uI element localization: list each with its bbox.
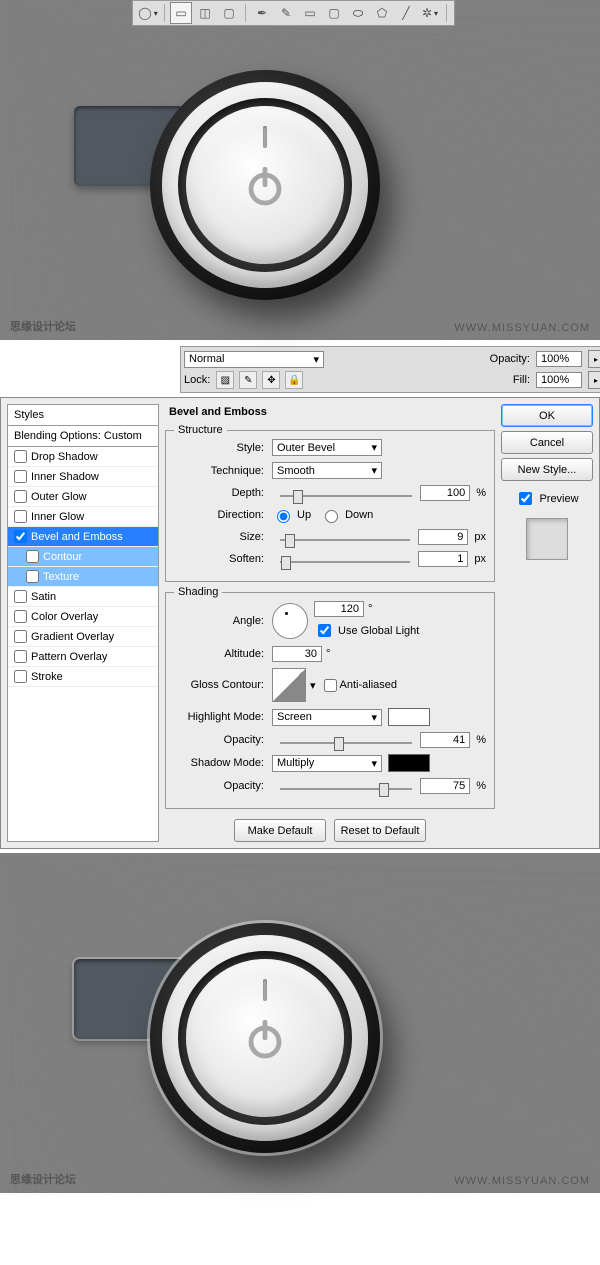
anti-aliased-checkbox[interactable] xyxy=(324,679,337,692)
global-light-checkbox[interactable] xyxy=(318,624,331,637)
shadow-mode-select[interactable]: Multiply▾ xyxy=(272,755,382,772)
highlight-color-swatch[interactable] xyxy=(388,708,430,726)
lock-transparency-icon[interactable]: ▨ xyxy=(216,371,234,389)
effect-pattern-overlay[interactable]: Pattern Overlay xyxy=(8,647,158,667)
gradient-overlay-checkbox[interactable] xyxy=(14,630,27,643)
effect-stroke[interactable]: Stroke xyxy=(8,667,158,687)
custom-shape-icon[interactable]: ✲▾ xyxy=(419,2,441,24)
lock-position-icon[interactable]: ✥ xyxy=(262,371,280,389)
opacity-label: Opacity: xyxy=(490,353,530,365)
effect-satin[interactable]: Satin xyxy=(8,587,158,607)
reset-default-button[interactable]: Reset to Default xyxy=(334,819,426,842)
style-select[interactable]: Outer Bevel▾ xyxy=(272,439,382,456)
shadow-opacity-slider[interactable] xyxy=(280,778,412,794)
shape-layers-icon[interactable]: ▭ xyxy=(170,2,192,24)
lock-label: Lock: xyxy=(184,374,210,386)
effect-inner-glow[interactable]: Inner Glow xyxy=(8,507,158,527)
size-input[interactable]: 9 xyxy=(418,529,468,545)
power-knob xyxy=(150,70,380,300)
effect-contour[interactable]: Contour xyxy=(8,547,158,567)
ellipse-tool-icon[interactable]: ◯▾ xyxy=(137,2,159,24)
power-icon xyxy=(241,1014,289,1062)
ok-button[interactable]: OK xyxy=(501,404,593,427)
line-icon[interactable]: ╱ xyxy=(395,2,417,24)
lock-image-icon[interactable]: ✎ xyxy=(239,371,257,389)
depth-slider[interactable] xyxy=(280,485,412,501)
panel-title: Bevel and Emboss xyxy=(165,404,495,420)
new-style-button[interactable]: New Style... xyxy=(501,458,593,481)
gloss-contour-picker[interactable] xyxy=(272,668,306,702)
bevel-emboss-checkbox[interactable] xyxy=(14,530,27,543)
fill-pixels-icon[interactable]: ▢ xyxy=(218,2,240,24)
effect-texture[interactable]: Texture xyxy=(8,567,158,587)
size-slider[interactable] xyxy=(280,529,410,545)
watermark-left: 思缘设计论坛 xyxy=(10,318,76,334)
highlight-mode-select[interactable]: Screen▾ xyxy=(272,709,382,726)
angle-dial[interactable] xyxy=(272,603,308,639)
shadow-opacity-input[interactable]: 75 xyxy=(420,778,470,794)
preview-checkbox[interactable] xyxy=(519,492,532,505)
highlight-opacity-input[interactable]: 41 xyxy=(420,732,470,748)
pen-icon[interactable]: ✒ xyxy=(251,2,273,24)
technique-select[interactable]: Smooth▾ xyxy=(272,462,382,479)
layers-panel: Normal▾ Opacity: 100% ▸ Lock: ▨ ✎ ✥ 🔒 Fi… xyxy=(180,346,600,393)
fill-input[interactable]: 100% xyxy=(536,372,582,388)
angle-input[interactable]: 120 xyxy=(314,601,364,617)
satin-checkbox[interactable] xyxy=(14,590,27,603)
polygon-icon[interactable]: ⬠ xyxy=(371,2,393,24)
layer-style-dialog: Styles Blending Options: Custom Drop Sha… xyxy=(0,397,600,849)
blending-options-header[interactable]: Blending Options: Custom xyxy=(8,426,158,447)
direction-up-radio[interactable] xyxy=(277,510,290,523)
stroke-checkbox[interactable] xyxy=(14,670,27,683)
soften-slider[interactable] xyxy=(280,551,410,567)
preview-after: 思缘设计论坛 WWW.MISSYUAN.COM xyxy=(0,853,600,1193)
pattern-overlay-checkbox[interactable] xyxy=(14,650,27,663)
effect-inner-shadow[interactable]: Inner Shadow xyxy=(8,467,158,487)
drop-shadow-checkbox[interactable] xyxy=(14,450,27,463)
contour-checkbox[interactable] xyxy=(26,550,39,563)
inner-shadow-checkbox[interactable] xyxy=(14,470,27,483)
watermark-right: WWW.MISSYUAN.COM xyxy=(454,1175,590,1187)
lock-all-icon[interactable]: 🔒 xyxy=(285,371,303,389)
power-icon xyxy=(241,161,289,209)
cancel-button[interactable]: Cancel xyxy=(501,431,593,454)
fill-label: Fill: xyxy=(513,374,530,386)
outer-glow-checkbox[interactable] xyxy=(14,490,27,503)
effect-bevel-emboss[interactable]: Bevel and Emboss xyxy=(8,527,158,547)
shading-group: Shading Angle:120°Use Global Light Altit… xyxy=(165,592,495,809)
effects-list: Styles Blending Options: Custom Drop Sha… xyxy=(7,404,159,842)
altitude-input[interactable]: 30 xyxy=(272,646,322,662)
blend-mode-select[interactable]: Normal▾ xyxy=(184,351,324,368)
color-overlay-checkbox[interactable] xyxy=(14,610,27,623)
fill-flyout-icon[interactable]: ▸ xyxy=(588,371,600,389)
texture-checkbox[interactable] xyxy=(26,570,39,583)
direction-down-radio[interactable] xyxy=(325,510,338,523)
shape-toolbar: ◯▾ ▭ ◫ ▢ ✒ ✎ ▭ ▢ ⬭ ⬠ ╱ ✲▾ xyxy=(132,0,455,26)
effect-gradient-overlay[interactable]: Gradient Overlay xyxy=(8,627,158,647)
rounded-rect-icon[interactable]: ▢ xyxy=(323,2,345,24)
opacity-flyout-icon[interactable]: ▸ xyxy=(588,350,600,368)
freeform-pen-icon[interactable]: ✎ xyxy=(275,2,297,24)
styles-header[interactable]: Styles xyxy=(8,405,158,426)
effect-color-overlay[interactable]: Color Overlay xyxy=(8,607,158,627)
rectangle-icon[interactable]: ▭ xyxy=(299,2,321,24)
watermark-left: 思缘设计论坛 xyxy=(10,1171,76,1187)
depth-input[interactable]: 100 xyxy=(420,485,470,501)
effect-outer-glow[interactable]: Outer Glow xyxy=(8,487,158,507)
paths-icon[interactable]: ◫ xyxy=(194,2,216,24)
opacity-input[interactable]: 100% xyxy=(536,351,582,367)
structure-group: Structure Style:Outer Bevel▾ Technique:S… xyxy=(165,430,495,582)
effect-drop-shadow[interactable]: Drop Shadow xyxy=(8,447,158,467)
watermark-right: WWW.MISSYUAN.COM xyxy=(454,322,590,334)
soften-input[interactable]: 1 xyxy=(418,551,468,567)
ellipse-icon[interactable]: ⬭ xyxy=(347,2,369,24)
power-knob xyxy=(150,923,380,1153)
shadow-color-swatch[interactable] xyxy=(388,754,430,772)
make-default-button[interactable]: Make Default xyxy=(234,819,326,842)
preview-swatch xyxy=(526,518,568,560)
lock-icons: ▨ ✎ ✥ 🔒 xyxy=(216,371,305,389)
highlight-opacity-slider[interactable] xyxy=(280,732,412,748)
preview-before: ◯▾ ▭ ◫ ▢ ✒ ✎ ▭ ▢ ⬭ ⬠ ╱ ✲▾ 思缘设计论坛 WWW.MIS… xyxy=(0,0,600,340)
inner-glow-checkbox[interactable] xyxy=(14,510,27,523)
